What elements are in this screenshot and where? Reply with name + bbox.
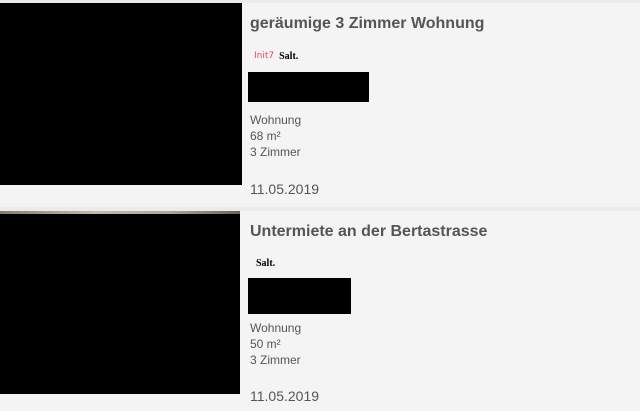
listing-card[interactable]: geräumige 3 Zimmer Wohnung Init7 Salt. W… <box>0 3 640 207</box>
listing-photo-edge <box>0 211 240 214</box>
listing-title[interactable]: Untermiete an der Bertastrasse <box>250 223 487 241</box>
salt-logo: Salt. <box>256 257 276 269</box>
listing-rooms: 3 Zimmer <box>250 353 301 367</box>
salt-logo: Salt. <box>279 50 299 62</box>
listing-date: 11.05.2019 <box>250 388 320 404</box>
provider-logos: Salt. <box>256 257 275 269</box>
redacted-price <box>248 278 351 314</box>
listing-title[interactable]: geräumige 3 Zimmer Wohnung <box>250 15 484 33</box>
provider-logos: Init7 Salt. <box>254 50 298 62</box>
listing-photo[interactable] <box>0 3 242 185</box>
listing-type: Wohnung <box>250 321 302 335</box>
listing-area: 68 m² <box>250 129 281 143</box>
listing-rooms: 3 Zimmer <box>250 145 301 159</box>
listing-photo[interactable] <box>0 211 240 394</box>
redacted-price <box>248 72 369 102</box>
listing-type: Wohnung <box>250 113 302 127</box>
listing-card[interactable]: Untermiete an der Bertastrasse Salt. Woh… <box>0 211 640 411</box>
listing-date: 11.05.2019 <box>250 181 320 197</box>
listing-area: 50 m² <box>250 337 281 351</box>
listing-details: Wohnung 50 m² 3 Zimmer <box>250 320 301 368</box>
init7-logo: Init7 <box>254 51 275 61</box>
listing-details: Wohnung 68 m² 3 Zimmer <box>250 112 301 160</box>
